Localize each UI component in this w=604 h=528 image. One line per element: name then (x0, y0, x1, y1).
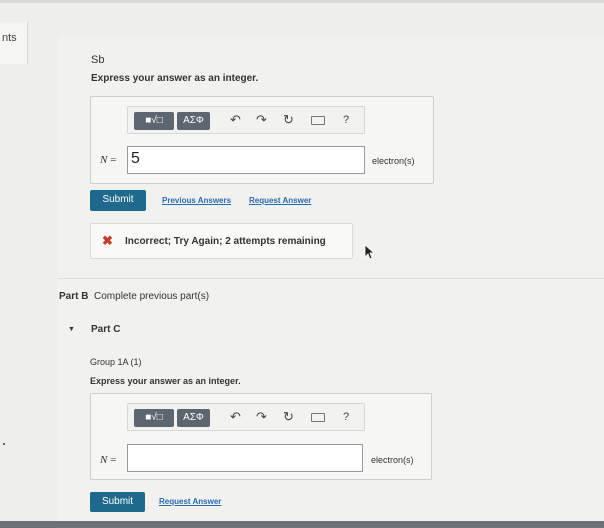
keyboard-icon[interactable] (311, 413, 325, 422)
incorrect-icon: ✖ (102, 233, 113, 248)
mouse-cursor-icon (364, 244, 376, 260)
undo-icon[interactable]: ↶ (230, 410, 241, 424)
request-answer-link[interactable]: Request Answer (159, 497, 221, 506)
unit-label: electron(s) (371, 455, 414, 465)
equals-sign: = (110, 154, 117, 166)
undo-icon[interactable]: ↶ (230, 113, 241, 127)
variable-symbol: N (100, 154, 108, 166)
redo-icon[interactable]: ↷ (256, 410, 267, 424)
answer-box-part-a: ■√□ ΑΣΦ ↶ ↷ ↻ ? N = 5 electron(s) (90, 96, 434, 184)
redo-icon[interactable]: ↷ (256, 113, 267, 127)
variable-label: N = (100, 454, 116, 466)
math-toolbar: ■√□ ΑΣΦ ↶ ↷ ↻ ? (127, 403, 365, 431)
unit-label: electron(s) (372, 156, 415, 166)
part-b-status: Complete previous part(s) (94, 291, 210, 302)
variable-symbol: N (100, 454, 108, 466)
answer-value: 5 (131, 150, 140, 167)
section-divider (58, 278, 604, 279)
answer-box-part-c: ■√□ ΑΣΦ ↶ ↷ ↻ ? N = electron(s) (90, 393, 432, 480)
equals-sign: = (110, 454, 117, 466)
instruction-text: Express your answer as an integer. (91, 73, 259, 84)
previous-answers-link[interactable]: Previous Answers (162, 196, 231, 205)
answer-input[interactable] (127, 444, 363, 472)
request-answer-link[interactable]: Request Answer (249, 196, 311, 205)
submit-button[interactable]: Submit (90, 492, 145, 512)
submit-button[interactable]: Submit (90, 190, 146, 211)
collapse-caret-icon[interactable]: ▼ (68, 326, 75, 333)
left-marker (3, 443, 5, 445)
part-b-header: Part B Complete previous part(s) (59, 291, 209, 302)
variable-label: N = (100, 154, 116, 166)
template-button[interactable]: ■√□ (134, 409, 174, 427)
left-nav-tab[interactable]: nts (0, 22, 28, 64)
help-icon[interactable]: ? (343, 113, 349, 127)
answer-input[interactable]: 5 (127, 146, 365, 174)
math-toolbar: ■√□ ΑΣΦ ↶ ↷ ↻ ? (127, 106, 365, 134)
feedback-message: Incorrect; Try Again; 2 attempts remaini… (125, 236, 326, 247)
bottom-bar (0, 521, 604, 528)
instruction-text: Express your answer as an integer. (90, 376, 241, 386)
left-nav-label: nts (2, 32, 17, 44)
reset-icon[interactable]: ↻ (283, 410, 294, 424)
help-icon[interactable]: ? (343, 410, 349, 424)
top-divider (0, 0, 604, 3)
reset-icon[interactable]: ↻ (283, 113, 294, 127)
template-button[interactable]: ■√□ (134, 112, 174, 130)
part-b-label: Part B (59, 291, 89, 302)
element-label: Group 1A (1) (90, 357, 142, 367)
feedback-box: ✖ Incorrect; Try Again; 2 attempts remai… (90, 223, 353, 259)
symbols-button[interactable]: ΑΣΦ (177, 112, 210, 130)
symbols-button[interactable]: ΑΣΦ (177, 409, 210, 427)
part-c-label[interactable]: Part C (91, 324, 120, 335)
element-label: Sb (91, 54, 105, 66)
keyboard-icon[interactable] (311, 116, 325, 125)
